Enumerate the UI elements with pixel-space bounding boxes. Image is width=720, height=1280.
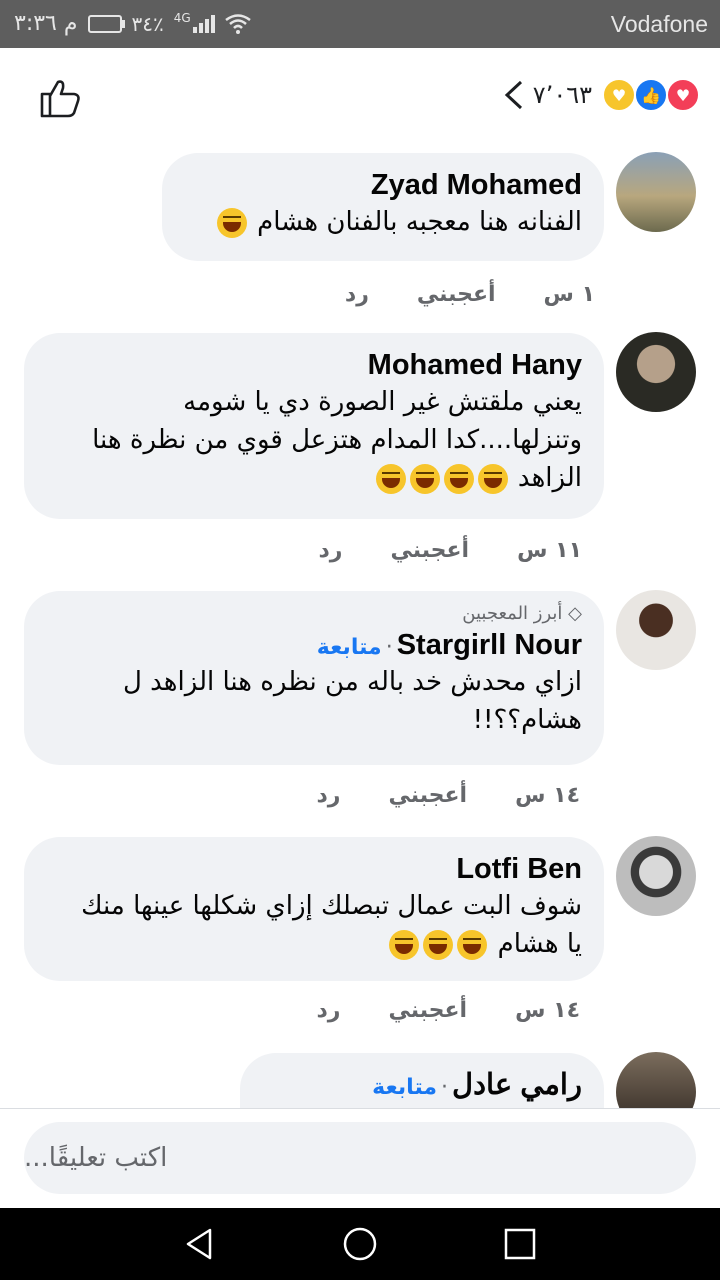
reply-link[interactable]: رد xyxy=(318,538,342,563)
comment-partial: رامي عادل·متابعة xyxy=(0,1040,720,1108)
badge-label: أبرز المعجبين xyxy=(462,603,563,624)
rolling-laughing-emoji-icon xyxy=(423,929,454,960)
like-link[interactable]: أعجبني xyxy=(388,998,467,1023)
network-label: 4G xyxy=(173,11,191,25)
comment-actions: ١٤ س أعجبني رد xyxy=(316,998,580,1023)
laughing-emoji-icon xyxy=(477,463,508,494)
comment-text: الفنانه هنا معجبه بالفنان هشام xyxy=(184,203,582,241)
signal-icon xyxy=(192,14,215,33)
comment-input-placeholder: اكتب تعليقًا... xyxy=(24,1143,168,1173)
comment-bubble[interactable]: ◇ أبرز المعجبين Stargirll Nour·متابعة از… xyxy=(24,591,604,765)
comment-line: وتنزلها....كدا المدام هتزعل قوي من نظرة … xyxy=(92,425,582,455)
avatar[interactable] xyxy=(616,1052,696,1108)
comment-actions: ١ س أعجبني رد xyxy=(345,282,595,307)
reactions-header: ٧٬٠٦٣ ♥ 👍 ♥ xyxy=(0,48,720,144)
winking-tongue-emoji-icon xyxy=(457,929,488,960)
comment-author[interactable]: Mohamed Hany xyxy=(46,347,582,383)
comment-bubble[interactable]: Lotfi Ben شوف البت عمال تبصلك إزاي شكلها… xyxy=(24,837,604,981)
follow-link[interactable]: متابعة xyxy=(372,1075,437,1100)
comment-actions: ١٤ س أعجبني رد xyxy=(316,783,580,808)
comment-bubble[interactable]: Mohamed Hany يعني ملقتش غير الصورة دي يا… xyxy=(24,333,604,519)
like-link[interactable]: أعجبني xyxy=(388,783,467,808)
follow-link[interactable]: متابعة xyxy=(317,635,382,660)
separator-dot: · xyxy=(441,1075,449,1100)
avatar[interactable] xyxy=(616,332,696,412)
comment-line: ازاي محدش خد باله من نظره هنا الزاهد ل xyxy=(123,667,582,697)
divider xyxy=(0,1108,720,1109)
comment-author[interactable]: Zyad Mohamed xyxy=(184,167,582,203)
reply-link[interactable]: رد xyxy=(345,282,369,307)
like-icon: 👍 xyxy=(634,78,668,112)
recents-nav-icon[interactable] xyxy=(502,1226,538,1262)
carrier-name: Vodafone xyxy=(610,11,708,37)
separator-dot: · xyxy=(385,635,393,660)
comment-line: الفنانه هنا معجبه بالفنان هشام xyxy=(257,207,582,237)
battery-level: ٣٤٪ xyxy=(131,11,164,36)
comment-time[interactable]: ١٤ س xyxy=(515,783,580,808)
laughing-emoji-icon xyxy=(216,207,247,238)
comment-text: الزاهد xyxy=(46,459,582,497)
comment-actions: ١١ س أعجبني رد xyxy=(318,538,582,563)
comment-author[interactable]: Lotfi Ben xyxy=(46,851,582,887)
chevron-left-icon[interactable] xyxy=(501,79,527,111)
comment-time[interactable]: ١١ س xyxy=(517,538,582,563)
comment-line: يعني ملقتش غير الصورة دي يا شومه xyxy=(183,387,582,417)
system-nav-bar xyxy=(0,1208,720,1280)
comment-author[interactable]: رامي عادل xyxy=(452,1069,582,1101)
top-fan-badge: ◇ أبرز المعجبين xyxy=(46,601,582,627)
comment-text: يا هشام xyxy=(46,925,582,963)
home-nav-icon[interactable] xyxy=(342,1226,378,1262)
comment-author[interactable]: Stargirll Nour xyxy=(397,629,582,661)
battery-icon xyxy=(87,14,125,33)
comment-line: يا هشام xyxy=(497,929,582,959)
like-button-icon[interactable] xyxy=(36,74,84,122)
reaction-count: ٧٬٠٦٣ xyxy=(532,81,592,109)
status-bar: م ٣:٣٦ ٣٤٪ 4G Vodafone xyxy=(0,0,720,48)
back-nav-icon[interactable] xyxy=(182,1226,218,1262)
comment-time[interactable]: ١٤ س xyxy=(515,998,580,1023)
avatar[interactable] xyxy=(616,590,696,670)
laughing-emoji-icon xyxy=(443,463,474,494)
avatar[interactable] xyxy=(616,836,696,916)
sweat-smile-emoji-icon xyxy=(389,929,420,960)
comment-input[interactable]: اكتب تعليقًا... xyxy=(24,1122,696,1194)
reply-link[interactable]: رد xyxy=(316,998,340,1023)
comment-line: هشام؟؟!! xyxy=(472,705,582,735)
laughing-emoji-icon xyxy=(375,463,406,494)
reply-link[interactable]: رد xyxy=(316,783,340,808)
comment-line: الزاهد xyxy=(517,463,582,493)
wifi-icon xyxy=(224,13,251,34)
reaction-summary[interactable]: ٧٬٠٦٣ ♥ 👍 ♥ xyxy=(501,78,700,112)
love-icon: ♥ xyxy=(666,78,700,112)
laughing-emoji-icon xyxy=(409,463,440,494)
like-link[interactable]: أعجبني xyxy=(390,538,469,563)
care-icon: ♥ xyxy=(602,78,636,112)
comment-line: شوف البت عمال تبصلك إزاي شكلها عينها منك xyxy=(81,891,582,921)
clock: م ٣:٣٦ xyxy=(14,11,78,36)
avatar[interactable] xyxy=(616,152,696,232)
comment-bubble[interactable]: Zyad Mohamed الفنانه هنا معجبه بالفنان ه… xyxy=(162,153,604,261)
status-left: م ٣:٣٦ ٣٤٪ 4G xyxy=(14,11,251,36)
comment-bubble[interactable]: رامي عادل·متابعة xyxy=(240,1053,604,1108)
like-link[interactable]: أعجبني xyxy=(417,282,496,307)
diamond-icon: ◇ xyxy=(568,603,582,624)
comment-time[interactable]: ١ س xyxy=(544,282,595,307)
